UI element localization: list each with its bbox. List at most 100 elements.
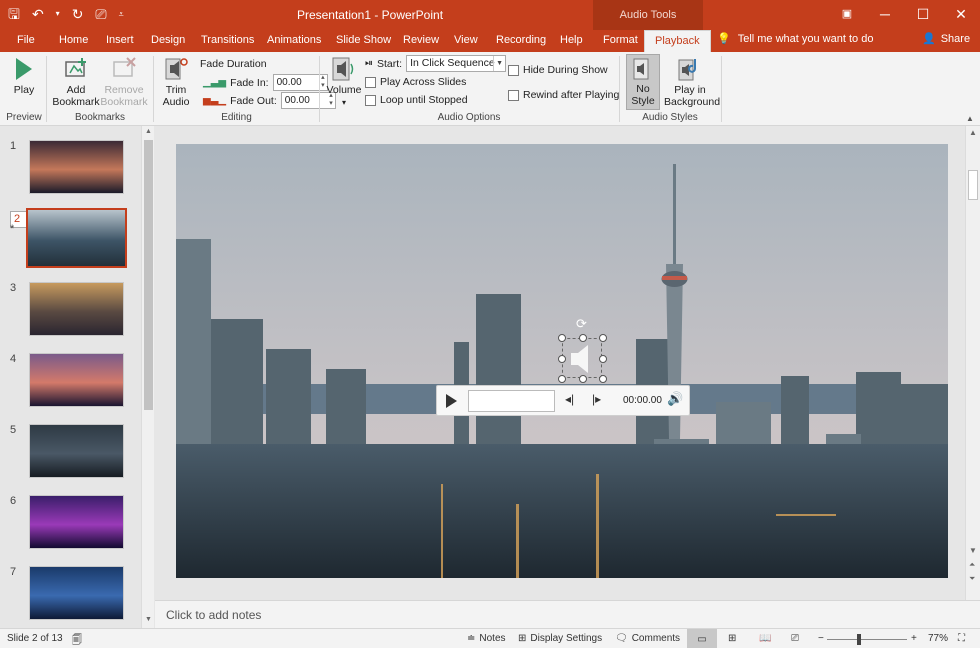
normal-view-button[interactable]: ▭ [687,629,717,648]
close-icon[interactable]: ✕ [942,0,980,30]
rotate-handle-icon[interactable]: ⟳ [576,316,587,332]
loop-until-stopped-label: Loop until Stopped [380,94,468,106]
resize-handle[interactable] [599,375,607,383]
notes-toggle[interactable]: ≐ Notes [467,633,506,644]
slide-thumbnail-image[interactable] [29,282,124,336]
zoom-out-icon[interactable]: − [818,633,824,644]
slide-thumbnail-item[interactable]: 4 [0,353,140,415]
trim-audio-button[interactable]: Trim Audio [158,56,194,108]
tab-animations[interactable]: Animations [267,30,321,52]
audio-progress-track[interactable] [468,390,555,412]
zoom-slider-track[interactable] [827,639,907,640]
play-across-slides-row[interactable]: Play Across Slides [365,76,466,88]
comments-button[interactable]: 🗨 Comments [615,633,680,644]
slide-thumbnail-item[interactable]: 3 [0,282,140,344]
slide-thumbnail-image[interactable] [26,208,127,268]
hide-during-show-checkbox[interactable] [508,64,519,76]
slide-thumbnail-item[interactable]: 2 * [0,208,140,273]
resize-handle[interactable] [579,334,587,342]
bookmarks-group-label: Bookmarks [74,112,125,123]
player-volume-icon[interactable]: 🔊 [667,391,683,407]
no-style-button[interactable]: No Style [626,54,660,110]
seek-back-icon[interactable]: ◂| [565,392,574,406]
play-in-background-label-2: Background [664,96,721,108]
loop-until-stopped-row[interactable]: Loop until Stopped [365,94,468,106]
tab-file[interactable]: File [17,30,35,52]
fade-out-icon: ▅▃▁ [203,95,227,106]
title-bar: 🖫 ↶ ▾ ↻ ⎚ ⩡ Presentation1 - PowerPoint A… [0,0,980,30]
play-button[interactable]: Play [10,56,38,96]
tab-format[interactable]: Format [603,30,638,52]
slide-number: 5 [10,424,17,436]
scroll-up-icon[interactable]: ▲ [969,128,977,137]
slide-thumbnail-image[interactable] [29,495,124,549]
start-select[interactable]: In Click Sequence ▼ [406,55,507,72]
zoom-slider-thumb[interactable] [857,634,861,645]
slide-thumbnail-image[interactable] [29,424,124,478]
spelling-check-icon[interactable]: 🗐 [72,633,82,648]
minimize-icon[interactable]: ─ [866,0,904,30]
volume-button[interactable]: Volume ▾ [325,56,363,109]
hide-during-show-row[interactable]: Hide During Show [508,64,608,76]
current-slide[interactable]: ⟳ ◂| |▸ 00:00.00 🔊 [176,144,948,578]
tell-me-box[interactable]: 💡 Tell me what you want to do [717,32,873,46]
slide-thumbnail-item[interactable]: 5 [0,424,140,486]
tab-help[interactable]: Help [560,30,583,52]
tab-design[interactable]: Design [151,30,185,52]
display-settings-button[interactable]: ⊞ Display Settings [518,633,602,644]
slide-thumbnail-item[interactable]: 7 [0,566,140,628]
slide-sorter-button[interactable]: ⊞ [728,633,736,644]
add-bookmark-button[interactable]: Add Bookmark [52,56,100,108]
resize-handle[interactable] [579,375,587,383]
slide-thumbnail-item[interactable]: 6 [0,495,140,557]
slide-show-button[interactable]: ⎚ [791,633,799,644]
scrollbar-thumb[interactable] [144,140,153,410]
resize-handle[interactable] [558,355,566,363]
resize-handle[interactable] [599,355,607,363]
previous-slide-icon[interactable]: ⏶ [969,560,975,570]
scroll-down-icon[interactable]: ▼ [145,616,152,623]
play-in-background-button[interactable]: Play in Background [664,56,720,108]
collapse-ribbon-icon[interactable]: ▲ [966,114,974,123]
slide-thumbnail-image[interactable] [29,566,124,620]
zoom-in-icon[interactable]: + [911,633,917,644]
tab-recording[interactable]: Recording [496,30,546,52]
rewind-after-playing-row[interactable]: Rewind after Playing [508,89,619,101]
audio-icon-selection[interactable]: ⟳ [558,316,607,383]
remove-bookmark-button[interactable]: Remove Bookmark [100,56,148,108]
resize-handle[interactable] [599,334,607,342]
slide-scrollbar[interactable]: ▲ ▼ ⏶ ⏷ [965,126,980,600]
notes-pane[interactable]: Click to add notes [155,600,980,628]
fit-to-window-icon[interactable]: ⛶ [958,633,965,644]
seek-forward-icon[interactable]: |▸ [592,392,601,406]
ribbon-display-icon[interactable]: ▣ [828,0,866,30]
tab-insert[interactable]: Insert [106,30,134,52]
rewind-after-playing-checkbox[interactable] [508,89,519,101]
slide-thumbnail-item[interactable]: 1 [0,140,140,202]
thumbnail-scrollbar[interactable]: ▲ ▼ [141,126,154,628]
play-across-slides-checkbox[interactable] [365,76,376,88]
volume-icon [332,57,354,81]
slide-thumbnail-image[interactable] [29,140,124,194]
reading-view-button[interactable]: 📖 [759,633,771,644]
tab-view[interactable]: View [454,30,478,52]
share-button[interactable]: 👤 Share [922,32,970,46]
tab-transitions[interactable]: Transitions [201,30,254,52]
speaker-icon [571,345,588,373]
tab-playback[interactable]: Playback [644,30,711,52]
player-play-icon[interactable] [446,394,457,408]
scrollbar-thumb[interactable] [968,170,978,200]
slide-thumbnail-image[interactable] [29,353,124,407]
scroll-down-icon[interactable]: ▼ [969,546,977,555]
maximize-icon[interactable]: ☐ [904,0,942,30]
tab-review[interactable]: Review [403,30,439,52]
scroll-up-icon[interactable]: ▲ [145,128,152,135]
resize-handle[interactable] [558,334,566,342]
resize-handle[interactable] [558,375,566,383]
loop-until-stopped-checkbox[interactable] [365,94,376,106]
tab-slide-show[interactable]: Slide Show [336,30,391,52]
slide-number: 6 [10,495,17,507]
zoom-level[interactable]: 77% [928,633,948,644]
tab-home[interactable]: Home [59,30,88,52]
next-slide-icon[interactable]: ⏷ [969,574,975,584]
